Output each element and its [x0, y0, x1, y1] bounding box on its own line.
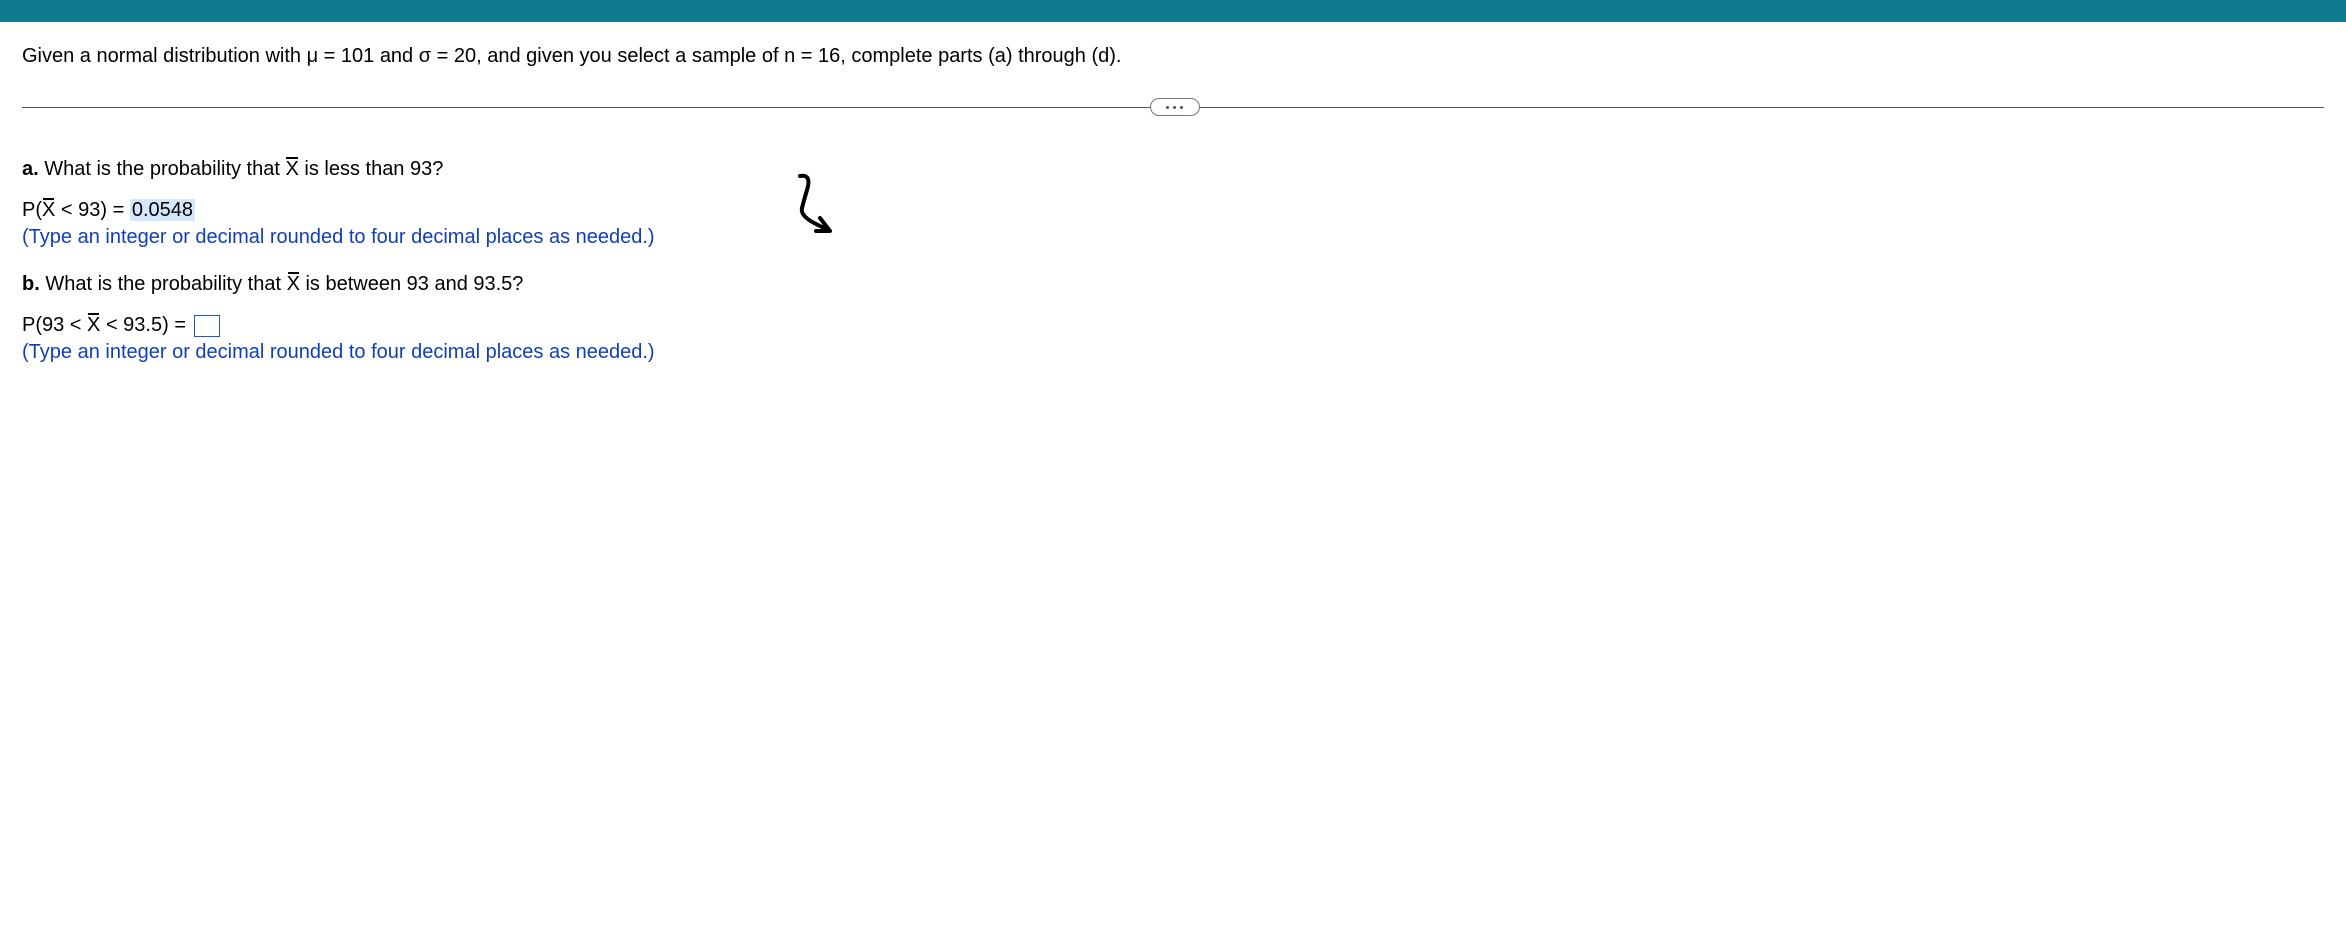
part-a-text-post: is less than 93? [299, 158, 444, 180]
dot-icon [1166, 106, 1169, 109]
dot-icon [1173, 106, 1176, 109]
answer-pre: P(93 < [22, 314, 87, 336]
part-b-question: b. What is the probability that X is bet… [22, 273, 2324, 296]
expand-button[interactable] [1150, 98, 1200, 116]
dot-icon [1180, 106, 1183, 109]
app-top-bar [0, 0, 2346, 22]
part-b-label: b. [22, 273, 40, 295]
part-a-text-pre: What is the probability that [39, 158, 286, 180]
answer-mid: < 93.5) = [100, 314, 191, 336]
part-b-hint: (Type an integer or decimal rounded to f… [22, 341, 2324, 364]
xbar-symbol: X [87, 314, 100, 337]
section-divider [22, 98, 2324, 116]
part-b-text-pre: What is the probability that [40, 273, 287, 295]
xbar-symbol: X [285, 158, 298, 181]
part-b-text-post: is between 93 and 93.5? [300, 273, 524, 295]
xbar-symbol: X [42, 199, 55, 222]
question-content: Given a normal distribution with μ = 101… [0, 22, 2346, 364]
part-a-question: a. What is the probability that X is les… [22, 158, 2324, 181]
part-a-hint: (Type an integer or decimal rounded to f… [22, 226, 2324, 249]
problem-statement: Given a normal distribution with μ = 101… [22, 42, 2324, 70]
part-b-answer-input[interactable] [194, 315, 220, 337]
part-a-answer-value: 0.0548 [130, 199, 195, 221]
part-a-answer: P(X < 93) = 0.0548 [22, 199, 2324, 222]
answer-pre: P( [22, 199, 42, 221]
xbar-symbol: X [287, 273, 300, 296]
part-a-label: a. [22, 158, 39, 180]
part-b-answer: P(93 < X < 93.5) = [22, 314, 2324, 337]
answer-mid: < 93) = [55, 199, 130, 221]
